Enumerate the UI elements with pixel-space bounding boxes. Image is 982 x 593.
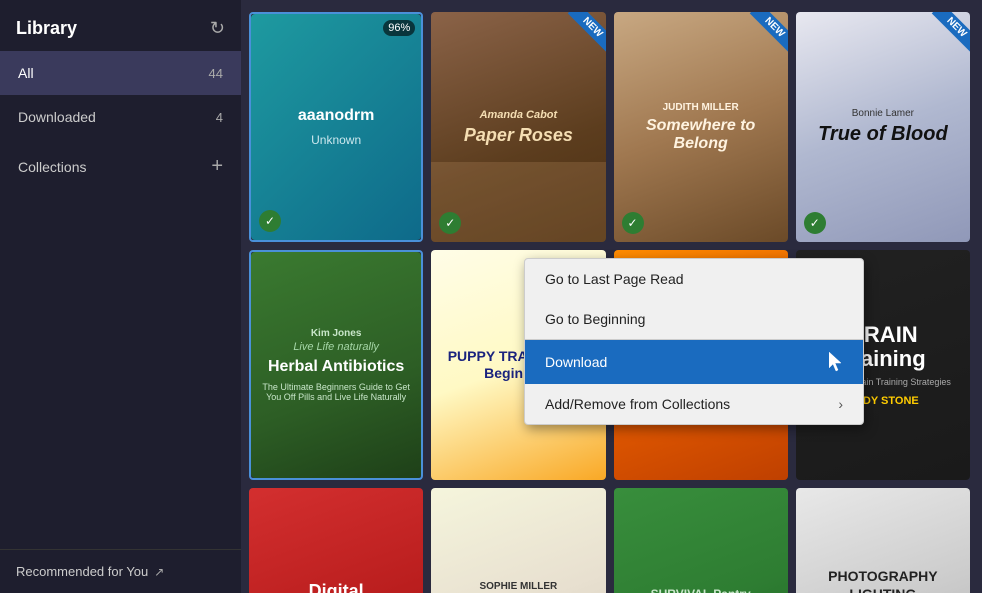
book-card-10[interactable]: SOPHIE MILLER Designed to Make Your Life… (431, 488, 605, 593)
book-card-3[interactable]: JUDITH MILLER Somewhere to Belong NEW ✓ (614, 12, 788, 242)
context-menu-last-page-label: Go to Last Page Read (545, 271, 684, 287)
sidebar-title: Library (16, 18, 77, 39)
sidebar: Library ↻ All 44 Downloaded 4 Collection… (0, 0, 241, 593)
context-menu-item-collections[interactable]: Add/Remove from Collections › (525, 384, 863, 424)
book-cover-11: SURVIVAL Pantry Essential Guide (614, 488, 788, 593)
main-content: aaanodrm Unknown 96% ✓ Amanda Cabot Pape… (241, 0, 982, 593)
sidebar-nav: All 44 Downloaded 4 Collections + (0, 51, 241, 549)
book-cover-1: aaanodrm Unknown (251, 14, 421, 240)
sidebar-item-downloaded-label: Downloaded (18, 109, 96, 125)
book-cover-9: Digital Photography (249, 488, 423, 593)
refresh-icon[interactable]: ↻ (210, 18, 225, 39)
recommended-label: Recommended for You (16, 564, 148, 579)
sidebar-header: Library ↻ (0, 0, 241, 51)
new-badge-2: NEW (556, 12, 606, 62)
book-card-9[interactable]: Digital Photography (249, 488, 423, 593)
book-cover-12: PHOTOGRAPHY LIGHTING Know-How Tips on Se… (796, 488, 970, 593)
new-badge-3: NEW (738, 12, 788, 62)
sidebar-item-downloaded[interactable]: Downloaded 4 (0, 95, 241, 139)
context-menu-item-last-page[interactable]: Go to Last Page Read (525, 259, 863, 299)
context-menu-item-download[interactable]: Download (525, 340, 863, 384)
context-menu-collections-label: Add/Remove from Collections (545, 396, 730, 412)
book-card-4[interactable]: Bonnie Lamer True of Blood NEW ✓ (796, 12, 970, 242)
sidebar-item-all-count: 44 (209, 66, 223, 81)
progress-badge-1: 96% (383, 20, 415, 36)
context-menu-item-beginning[interactable]: Go to Beginning (525, 299, 863, 339)
sidebar-item-collections[interactable]: Collections + (0, 139, 241, 194)
new-badge-4: NEW (920, 12, 970, 62)
book-card-11[interactable]: SURVIVAL Pantry Essential Guide (614, 488, 788, 593)
book-card-2[interactable]: Amanda Cabot Paper Roses NEW ✓ (431, 12, 605, 242)
cursor-icon (829, 352, 843, 372)
book-cover-5: Kim Jones Live Life naturally Herbal Ant… (251, 252, 421, 478)
add-collection-icon[interactable]: + (211, 155, 223, 178)
book-card-1[interactable]: aaanodrm Unknown 96% ✓ (249, 12, 423, 242)
book-subtitle-1: Unknown (311, 133, 361, 147)
check-badge-3: ✓ (622, 212, 644, 234)
check-badge-1: ✓ (259, 210, 281, 232)
book-card-12[interactable]: PHOTOGRAPHY LIGHTING Know-How Tips on Se… (796, 488, 970, 593)
book-cover-10: SOPHIE MILLER Designed to Make Your Life… (431, 488, 605, 593)
sidebar-item-all[interactable]: All 44 (0, 51, 241, 95)
sidebar-item-all-label: All (18, 65, 34, 81)
book-title-1: aaanodrm (298, 107, 374, 125)
sidebar-item-downloaded-count: 4 (216, 110, 223, 125)
external-link-icon: ↗ (154, 565, 164, 579)
sidebar-bottom-recommended[interactable]: Recommended for You ↗ (0, 549, 241, 593)
context-menu-beginning-label: Go to Beginning (545, 311, 645, 327)
context-menu: Go to Last Page Read Go to Beginning Dow… (524, 258, 864, 425)
book-card-5[interactable]: Kim Jones Live Life naturally Herbal Ant… (249, 250, 423, 480)
check-badge-4: ✓ (804, 212, 826, 234)
chevron-right-icon: › (838, 396, 843, 412)
context-menu-download-label: Download (545, 354, 607, 370)
sidebar-collections-label: Collections (18, 159, 86, 175)
